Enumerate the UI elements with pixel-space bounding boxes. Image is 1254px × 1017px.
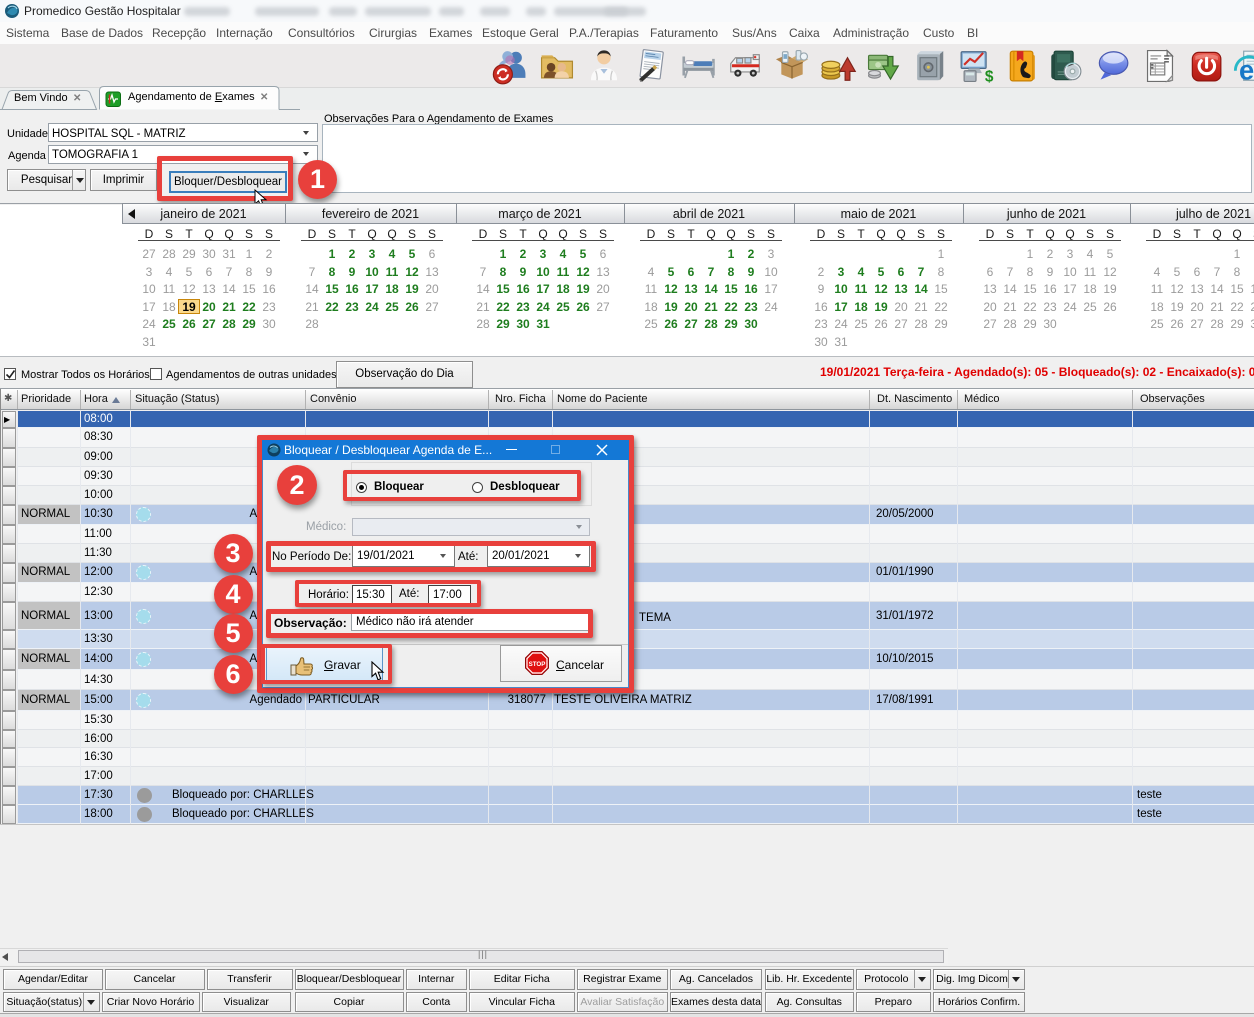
svg-text:e: e (1239, 55, 1254, 85)
svg-text:$: $ (985, 68, 994, 85)
